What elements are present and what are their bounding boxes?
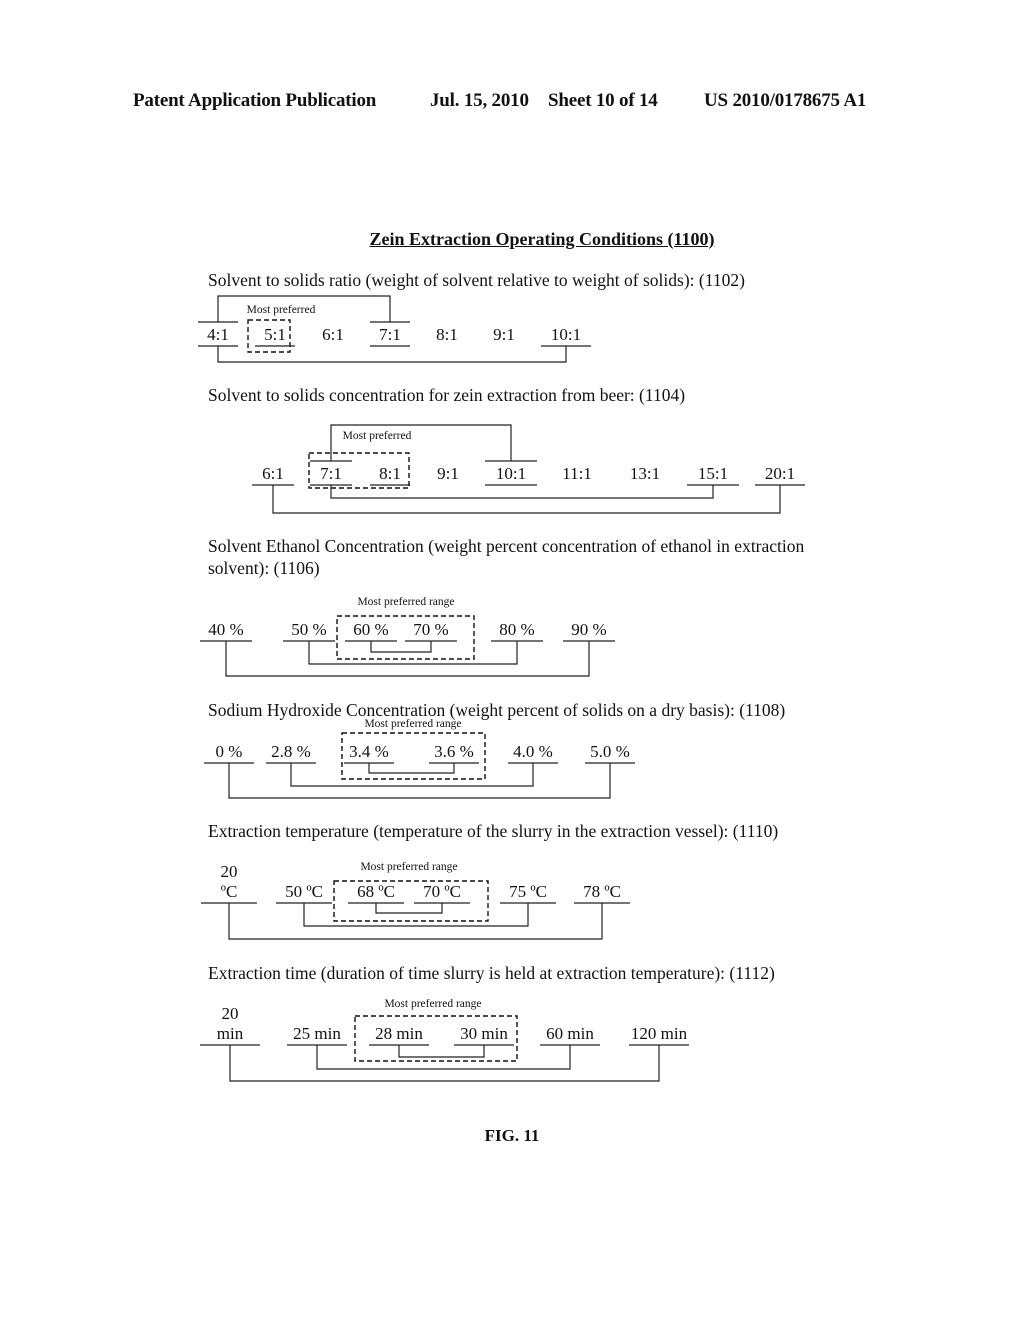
range-bracket bbox=[217, 295, 391, 322]
section-title-1104: Solvent to solids concentration for zein… bbox=[208, 385, 686, 405]
section-title-1106: Solvent Ethanol Concentration (weight pe… bbox=[208, 536, 805, 578]
value-label: ºC bbox=[221, 882, 238, 901]
range-bracket bbox=[229, 1045, 660, 1082]
value-label: 30 min bbox=[460, 1024, 508, 1043]
value-label: 7:1 bbox=[320, 464, 342, 483]
figure-label: FIG. 11 bbox=[484, 1126, 540, 1145]
sheet-number: Sheet 10 of 14 bbox=[548, 90, 658, 111]
most-preferred-label: Most preferred bbox=[247, 304, 316, 316]
most-preferred-box bbox=[308, 452, 410, 489]
value-label: 70 ºC bbox=[423, 882, 461, 901]
value-label: 8:1 bbox=[379, 464, 401, 483]
range-bracket bbox=[228, 763, 611, 799]
range-bracket bbox=[217, 346, 567, 363]
value-label: 120 min bbox=[631, 1024, 688, 1043]
publication-type: Patent Application Publication bbox=[133, 90, 377, 111]
range-bracket bbox=[303, 903, 529, 927]
section-title-1112: Extraction time (duration of time slurry… bbox=[208, 963, 775, 983]
value-label: 9:1 bbox=[493, 325, 515, 344]
patent-number: US 2010/0178675 A1 bbox=[704, 90, 867, 111]
most-preferred-box bbox=[354, 1015, 518, 1062]
value-label: 5.0 % bbox=[590, 742, 630, 761]
value-label: 6:1 bbox=[262, 464, 284, 483]
value-label: 75 ºC bbox=[509, 882, 547, 901]
section-title-1110: Extraction temperature (temperature of t… bbox=[208, 821, 779, 841]
value-label: 50 % bbox=[291, 620, 326, 639]
section-title-1108: Sodium Hydroxide Concentration (weight p… bbox=[208, 700, 786, 720]
range-bracket bbox=[272, 485, 781, 514]
range-diagrams: 4:1 5:1 6:1 7:1 8:1 9:1 10:1 Most preferred 6:1 7… bbox=[198, 295, 805, 1082]
value-label: 0 % bbox=[216, 742, 243, 761]
range-bracket bbox=[398, 1045, 485, 1058]
value-label: 20 bbox=[221, 862, 238, 881]
range-bracket bbox=[225, 641, 590, 677]
value-label: 68 ºC bbox=[357, 882, 395, 901]
value-label: 10:1 bbox=[496, 464, 526, 483]
range-bracket bbox=[290, 763, 534, 787]
value-label: 8:1 bbox=[436, 325, 458, 344]
value-label: 70 % bbox=[413, 620, 448, 639]
value-label: 9:1 bbox=[437, 464, 459, 483]
range-bracket bbox=[308, 641, 518, 665]
section-title-1102: Solvent to solids ratio (weight of solve… bbox=[208, 270, 745, 290]
value-label: 2.8 % bbox=[271, 742, 311, 761]
range-bracket bbox=[370, 641, 432, 653]
value-label: 15:1 bbox=[698, 464, 728, 483]
most-preferred-box bbox=[341, 732, 486, 780]
value-label: 6:1 bbox=[322, 325, 344, 344]
value-label: 40 % bbox=[208, 620, 243, 639]
value-label: 50 ºC bbox=[285, 882, 323, 901]
range-bracket bbox=[316, 1045, 571, 1070]
value-label: 13:1 bbox=[630, 464, 660, 483]
range-bracket bbox=[228, 903, 603, 940]
value-label: 10:1 bbox=[551, 325, 581, 344]
publication-date: Jul. 15, 2010 bbox=[430, 90, 529, 111]
value-label: 78 ºC bbox=[583, 882, 621, 901]
value-label: 11:1 bbox=[562, 464, 592, 483]
most-preferred-box bbox=[336, 615, 475, 660]
value-label: 28 min bbox=[375, 1024, 423, 1043]
value-label: 60 min bbox=[546, 1024, 594, 1043]
value-label: 4:1 bbox=[207, 325, 229, 344]
figure-title: Zein Extraction Operating Conditions (11… bbox=[369, 229, 715, 249]
value-label: 90 % bbox=[571, 620, 606, 639]
range-bracket bbox=[330, 485, 714, 499]
range-bracket bbox=[368, 763, 455, 774]
most-preferred-label: Most preferred range bbox=[384, 998, 481, 1010]
value-label: 25 min bbox=[293, 1024, 341, 1043]
value-label: 20 bbox=[222, 1004, 239, 1023]
range-bracket bbox=[375, 903, 443, 914]
value-label: 80 % bbox=[499, 620, 534, 639]
most-preferred-label: Most preferred range bbox=[357, 596, 454, 608]
most-preferred-label: Most preferred range bbox=[360, 861, 457, 873]
value-label: 3.4 % bbox=[349, 742, 389, 761]
value-label: 4.0 % bbox=[513, 742, 553, 761]
value-label: 20:1 bbox=[765, 464, 795, 483]
value-label: 3.6 % bbox=[434, 742, 474, 761]
value-label: 60 % bbox=[353, 620, 388, 639]
range-bracket bbox=[330, 424, 512, 461]
value-label: min bbox=[217, 1024, 244, 1043]
most-preferred-box bbox=[247, 319, 291, 353]
most-preferred-label: Most preferred bbox=[343, 430, 412, 442]
most-preferred-box bbox=[333, 880, 489, 922]
value-label: 7:1 bbox=[379, 325, 401, 344]
value-label: 5:1 bbox=[264, 325, 286, 344]
